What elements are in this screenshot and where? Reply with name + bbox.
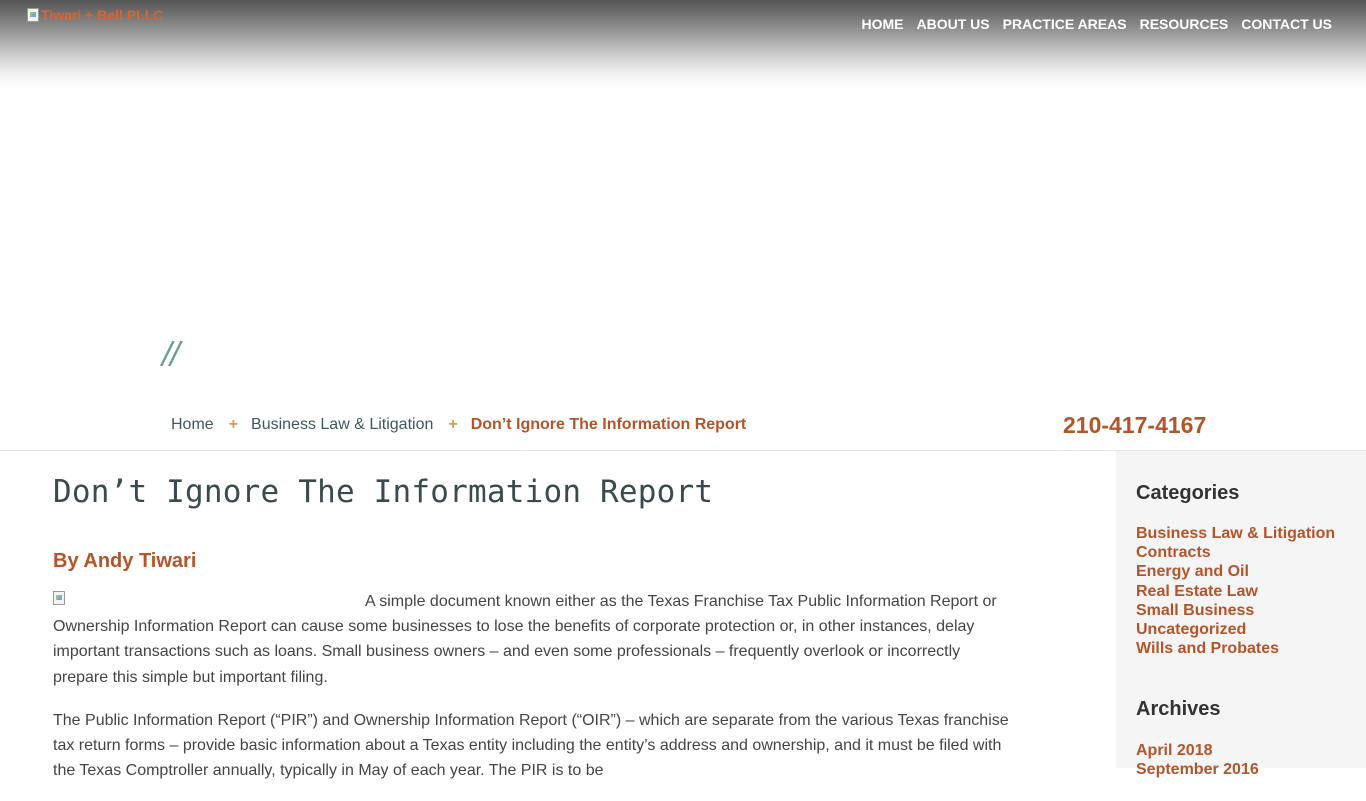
category-link-small-business[interactable]: Small Business <box>1136 602 1254 619</box>
broken-image-icon <box>27 8 39 22</box>
breadcrumb-separator-icon: + <box>448 416 458 433</box>
archives-heading: Archives <box>1136 698 1221 720</box>
hero-slashes: // <box>162 336 180 371</box>
breadcrumb-category[interactable]: Business Law & Litigation <box>251 416 433 434</box>
category-link-business-law[interactable]: Business Law & Litigation <box>1136 525 1335 542</box>
phone-number[interactable]: 210-417-4167 <box>1063 412 1206 439</box>
category-link-energy-oil[interactable]: Energy and Oil <box>1136 563 1249 580</box>
category-link-contracts[interactable]: Contracts <box>1136 544 1211 561</box>
logo-alt-text: Tiwari + Bell PLLC <box>41 7 164 23</box>
archives-list: April 2018 September 2016 <box>1136 741 1259 779</box>
post-image <box>53 589 365 611</box>
nav-resources[interactable]: RESOURCES <box>1140 16 1229 32</box>
main-nav: HOME ABOUT US PRACTICE AREAS RESOURCES C… <box>862 16 1332 32</box>
site-logo[interactable]: Tiwari + Bell PLLC <box>27 6 163 24</box>
nav-contact-us[interactable]: CONTACT US <box>1241 16 1332 32</box>
nav-about-us[interactable]: ABOUT US <box>917 16 990 32</box>
category-link-uncategorized[interactable]: Uncategorized <box>1136 621 1246 638</box>
categories-list: Business Law & Litigation Contracts Ener… <box>1136 524 1335 658</box>
broken-image-icon <box>53 591 65 605</box>
archive-link-september-2016[interactable]: September 2016 <box>1136 761 1259 778</box>
breadcrumb-separator-icon: + <box>228 416 239 433</box>
breadcrumb-current: Don’t Ignore The Information Report <box>470 416 747 433</box>
breadcrumb: Home + Business Law & Litigation + Don’t… <box>171 416 746 434</box>
post-byline: By Andy Tiwari <box>53 550 197 572</box>
archive-link-april-2018[interactable]: April 2018 <box>1136 742 1212 759</box>
category-link-wills-probates[interactable]: Wills and Probates <box>1136 640 1279 657</box>
categories-heading: Categories <box>1136 482 1240 504</box>
breadcrumb-home[interactable]: Home <box>171 416 214 434</box>
post-body: A simple document known either as the Te… <box>53 589 1015 801</box>
page-title: Don’t Ignore The Information Report <box>53 474 714 510</box>
category-link-real-estate[interactable]: Real Estate Law <box>1136 583 1258 600</box>
nav-practice-areas[interactable]: PRACTICE AREAS <box>1003 16 1127 32</box>
sidebar: Categories Business Law & Litigation Con… <box>1116 451 1366 778</box>
site-header <box>0 0 1366 90</box>
post-paragraph: The Public Information Report (“PIR”) an… <box>53 711 1009 780</box>
nav-home[interactable]: HOME <box>862 16 904 32</box>
